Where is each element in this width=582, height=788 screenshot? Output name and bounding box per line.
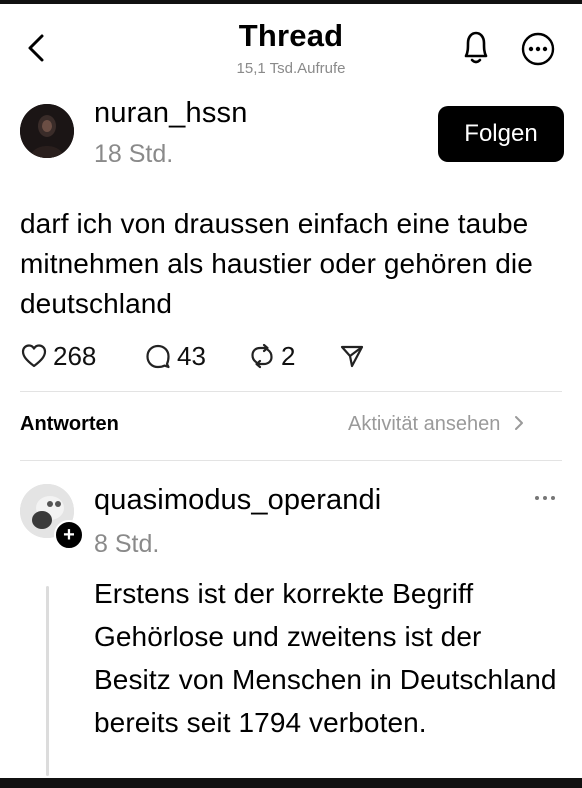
replies-heading: Antworten: [20, 413, 119, 435]
plus-icon: +: [63, 524, 75, 546]
reply-more-button[interactable]: [528, 488, 562, 508]
view-count: 15,1 Tsd.Aufrufe: [236, 60, 346, 77]
repost-count: 2: [281, 340, 296, 371]
reply-text: Erstens ist der korrekte Begriff Gehörlo…: [94, 578, 557, 738]
post-timestamp: 18 Std.: [94, 140, 174, 168]
view-activity-label: Aktivität ansehen: [348, 413, 501, 435]
view-activity-link[interactable]: Aktivität ansehen: [348, 413, 526, 436]
divider: [20, 391, 562, 392]
chevron-right-icon: [514, 416, 523, 430]
more-icon: [521, 32, 555, 66]
thread-header: Thread 15,1 Tsd.Aufrufe: [0, 4, 582, 84]
more-horizontal-icon: [535, 496, 555, 500]
repost-button[interactable]: 2: [248, 338, 295, 374]
comment-button[interactable]: 43: [144, 338, 206, 374]
post-text: darf ich von draussen einfach eine taube…: [20, 208, 533, 319]
repost-icon: [251, 343, 273, 369]
thread-line: [46, 586, 49, 776]
follow-plus-badge[interactable]: +: [54, 520, 84, 550]
heart-icon: [21, 344, 47, 368]
like-count: 268: [53, 340, 97, 371]
share-button[interactable]: [338, 338, 366, 374]
send-icon: [340, 345, 364, 368]
divider: [20, 460, 562, 461]
comment-count: 43: [177, 340, 206, 371]
page-title: Thread: [238, 18, 344, 53]
notifications-button[interactable]: [458, 26, 494, 68]
reply-username[interactable]: quasimodus_operandi: [94, 484, 381, 517]
more-options-button[interactable]: [520, 31, 556, 67]
bottom-bar: [0, 778, 582, 788]
like-button[interactable]: 268: [20, 338, 96, 374]
follow-button[interactable]: Folgen: [438, 106, 564, 162]
post-username[interactable]: nuran_hssn: [94, 97, 248, 130]
bell-icon: [464, 31, 488, 64]
reply-timestamp: 8 Std.: [94, 530, 160, 558]
profile-photo: [20, 104, 74, 158]
avatar[interactable]: [20, 104, 74, 158]
comment-icon: [146, 344, 170, 369]
